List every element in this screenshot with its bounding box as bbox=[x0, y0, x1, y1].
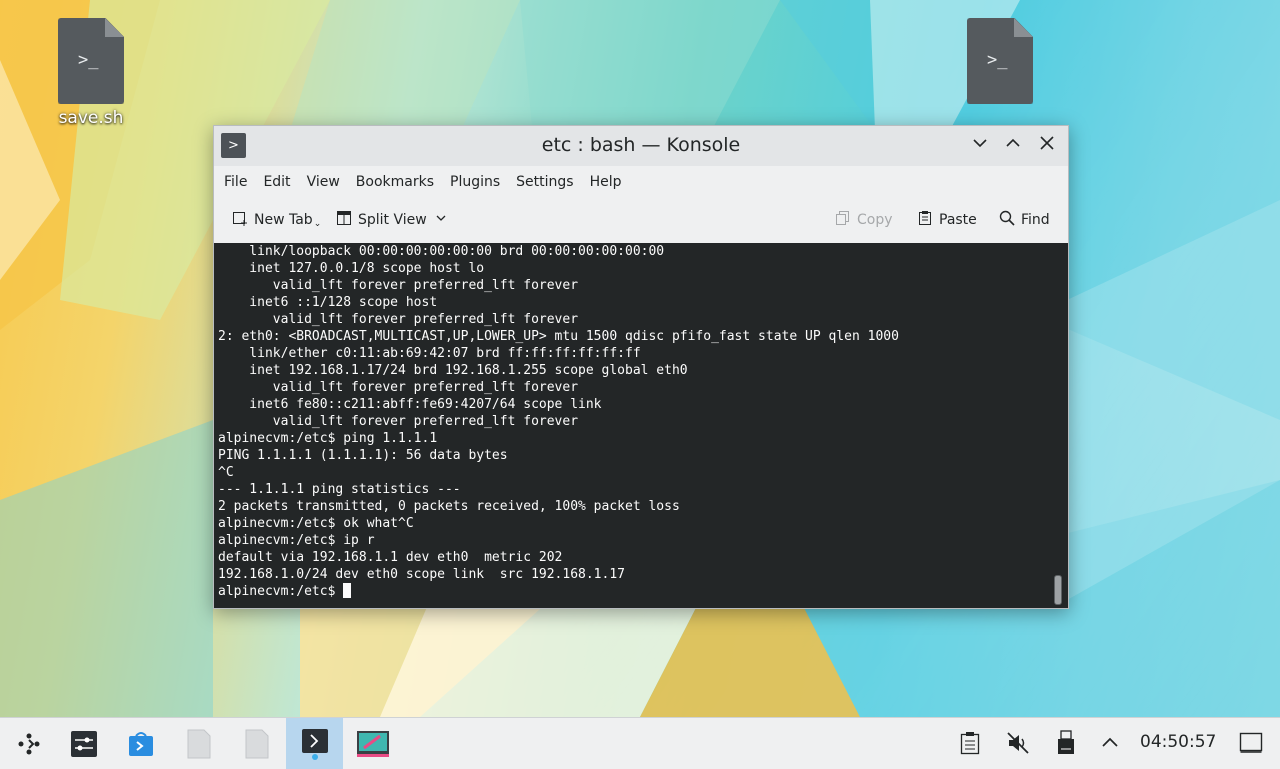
paste-button[interactable]: Paste bbox=[917, 210, 977, 230]
minimize-button[interactable] bbox=[968, 134, 992, 158]
chevron-up-icon bbox=[1102, 737, 1118, 747]
menu-bookmarks[interactable]: Bookmarks bbox=[348, 166, 442, 198]
menu-edit[interactable]: Edit bbox=[255, 166, 298, 198]
usb-tray[interactable] bbox=[1053, 730, 1079, 756]
desktop-icon-label: save.sh bbox=[58, 108, 124, 128]
terminal-line: valid_lft forever preferred_lft forever bbox=[218, 380, 579, 395]
konsole-task[interactable] bbox=[286, 718, 343, 769]
script-file-icon: >_ bbox=[967, 18, 1033, 104]
toolbar: New Tab ⌄ Split View Copy Paste Find bbox=[214, 198, 1068, 243]
terminal-line: valid_lft forever preferred_lft forever bbox=[218, 278, 579, 293]
dropdown-arrow-icon: ⌄ bbox=[313, 219, 322, 229]
maximize-button[interactable] bbox=[1001, 134, 1025, 158]
new-tab-button[interactable]: New Tab ⌄ bbox=[232, 210, 321, 230]
terminal-line: valid_lft forever preferred_lft forever bbox=[218, 312, 579, 327]
copy-label: Copy bbox=[857, 212, 893, 228]
discover-task[interactable] bbox=[112, 718, 169, 769]
menu-plugins[interactable]: Plugins bbox=[442, 166, 508, 198]
tray-expand-button[interactable] bbox=[1097, 730, 1123, 756]
clipboard-tray[interactable] bbox=[957, 730, 983, 756]
find-label: Find bbox=[1021, 212, 1050, 228]
show-desktop-icon bbox=[1239, 732, 1263, 753]
usb-drive-icon bbox=[1058, 730, 1074, 754]
terminal-line: 192.168.1.0/24 dev eth0 scope link src 1… bbox=[218, 567, 625, 582]
system-settings-task[interactable] bbox=[55, 718, 112, 769]
terminal-line: 2: eth0: <BROADCAST,MULTICAST,UP,LOWER_U… bbox=[218, 329, 899, 344]
desktop-icon-script[interactable]: >_ bbox=[955, 18, 1045, 108]
chevron-up-icon bbox=[1006, 138, 1020, 147]
terminal-line: inet 127.0.0.1/8 scope host lo bbox=[218, 261, 485, 276]
discover-store-icon bbox=[128, 731, 153, 756]
terminal-line: alpinecvm:/etc$ ping 1.1.1.1 bbox=[218, 431, 438, 446]
find-button[interactable]: Find bbox=[999, 210, 1050, 230]
copy-icon bbox=[835, 210, 851, 230]
terminal-line: ^C bbox=[218, 465, 234, 480]
clipboard-icon bbox=[960, 732, 980, 755]
terminal-line: alpinecvm:/etc$ ok what^C bbox=[218, 516, 414, 531]
menu-settings[interactable]: Settings bbox=[508, 166, 581, 198]
menu-help[interactable]: Help bbox=[582, 166, 630, 198]
menu-view[interactable]: View bbox=[299, 166, 348, 198]
chevron-down-icon bbox=[435, 212, 447, 228]
terminal-line: link/loopback 00:00:00:00:00:00 brd 00:0… bbox=[218, 244, 665, 259]
konsole-window: > etc : bash — Konsole File Edit View Bo… bbox=[213, 125, 1069, 609]
system-settings-icon bbox=[70, 730, 97, 757]
desktop-icon-save-sh[interactable]: >_ save.sh bbox=[46, 18, 136, 128]
terminal-line: 2 packets transmitted, 0 packets receive… bbox=[218, 499, 680, 514]
file-task-1[interactable] bbox=[170, 718, 227, 769]
menubar: File Edit View Bookmarks Plugins Setting… bbox=[214, 166, 1068, 198]
show-desktop-button[interactable] bbox=[1238, 730, 1264, 756]
chevron-down-icon bbox=[973, 139, 987, 148]
paste-icon bbox=[917, 210, 933, 230]
file-icon bbox=[245, 729, 268, 758]
search-icon bbox=[999, 210, 1015, 230]
volume-tray[interactable] bbox=[1005, 730, 1031, 756]
close-icon bbox=[1040, 136, 1054, 150]
terminal-output[interactable]: link/loopback 00:00:00:00:00:00 brd 00:0… bbox=[214, 243, 1068, 608]
app-launcher-icon bbox=[18, 733, 39, 754]
menu-file[interactable]: File bbox=[216, 166, 255, 198]
paste-label: Paste bbox=[939, 212, 977, 228]
terminal-line: inet 192.168.1.17/24 brd 192.168.1.255 s… bbox=[218, 363, 688, 378]
terminal-line: PING 1.1.1.1 (1.1.1.1): 56 data bytes bbox=[218, 448, 508, 463]
terminal-prompt-line[interactable]: alpinecvm:/etc$ bbox=[214, 583, 1068, 600]
konsole-icon bbox=[301, 728, 328, 760]
split-view-button[interactable]: Split View bbox=[336, 210, 447, 230]
krita-task[interactable] bbox=[344, 718, 401, 769]
terminal-line: valid_lft forever preferred_lft forever bbox=[218, 414, 579, 429]
volume-muted-icon bbox=[1007, 732, 1029, 754]
file-task-2[interactable] bbox=[228, 718, 285, 769]
terminal-line: alpinecvm:/etc$ ip r bbox=[218, 533, 375, 548]
close-button[interactable] bbox=[1035, 134, 1059, 158]
split-view-icon bbox=[336, 210, 352, 230]
clock[interactable]: 04:50:57 bbox=[1140, 732, 1216, 752]
window-title: etc : bash — Konsole bbox=[541, 134, 741, 156]
script-file-icon: >_ bbox=[58, 18, 124, 104]
taskbar: 04:50:57 bbox=[0, 717, 1280, 769]
terminal-line: default via 192.168.1.1 dev eth0 metric … bbox=[218, 550, 563, 565]
new-tab-icon bbox=[232, 210, 248, 230]
scrollbar[interactable] bbox=[1054, 575, 1062, 605]
new-tab-label: New Tab bbox=[254, 212, 313, 228]
terminal-prompt: alpinecvm:/etc$ bbox=[218, 584, 344, 599]
terminal-line: --- 1.1.1.1 ping statistics --- bbox=[218, 482, 461, 497]
terminal-line: inet6 fe80::c211:abff:fe69:4207/64 scope… bbox=[218, 397, 602, 412]
split-view-label: Split View bbox=[358, 212, 427, 228]
copy-button[interactable]: Copy bbox=[835, 210, 893, 230]
app-launcher-button[interactable] bbox=[0, 718, 57, 769]
text-cursor bbox=[343, 583, 352, 598]
terminal-line: inet6 ::1/128 scope host bbox=[218, 295, 438, 310]
file-icon bbox=[187, 729, 210, 758]
terminal-line: link/ether c0:11:ab:69:42:07 brd ff:ff:f… bbox=[218, 346, 641, 361]
krita-icon bbox=[356, 730, 389, 757]
titlebar[interactable]: > etc : bash — Konsole bbox=[214, 126, 1068, 166]
